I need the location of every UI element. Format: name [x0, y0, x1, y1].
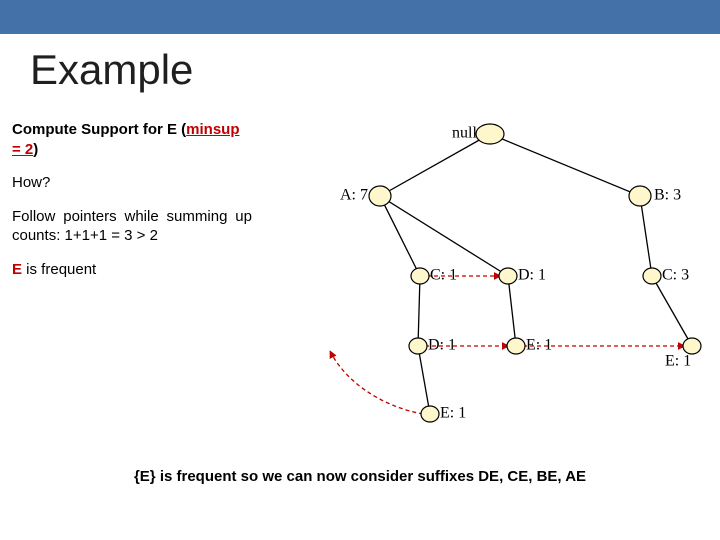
footer-text: {E} is frequent so we can now consider s…: [0, 468, 720, 485]
label-E1b: E: 1: [440, 405, 466, 422]
node-C3: [643, 268, 661, 284]
edge-C3-E1r: [652, 276, 692, 346]
label-B: B: 3: [654, 187, 681, 204]
node-E1b: [421, 406, 439, 422]
node-D1: [499, 268, 517, 284]
edge-Dl-E1b: [418, 346, 430, 414]
node-A: [369, 186, 391, 206]
node-null: [476, 124, 504, 144]
label-Dl: D: 1: [428, 337, 456, 354]
node-E1r: [683, 338, 701, 354]
left-panel: Compute Support for E (minsup = 2) How? …: [12, 120, 252, 293]
ptr-E1b-up: [330, 351, 423, 414]
edge-null-A: [380, 134, 490, 196]
headline-suffix: ): [33, 141, 38, 158]
edge-C1-Dl: [418, 276, 420, 346]
node-Dl: [409, 338, 427, 354]
fp-tree-svg: null A: 7 B: 3 C: 1 D: 1 C: 3 D: 1 E: 1 …: [300, 116, 710, 436]
edge-A-D1: [380, 196, 508, 276]
slide-title: Example: [30, 46, 193, 94]
edge-null-B: [490, 134, 640, 196]
node-B: [629, 186, 651, 206]
label-A: A: 7: [340, 187, 368, 204]
how-question: How?: [12, 173, 252, 193]
freq-prefix: E: [12, 261, 22, 278]
node-C1: [411, 268, 429, 284]
fp-tree-diagram: null A: 7 B: 3 C: 1 D: 1 C: 3 D: 1 E: 1 …: [300, 116, 710, 436]
label-C3: C: 3: [662, 267, 689, 284]
node-E1m: [507, 338, 525, 354]
edge-D1-E1m: [508, 276, 516, 346]
edge-B-C3: [640, 196, 652, 276]
label-E1r: E: 1: [665, 353, 691, 370]
e-is-frequent: E is frequent: [12, 260, 252, 280]
label-D1: D: 1: [518, 267, 546, 284]
follow-pointers-text: Follow pointers while summing up counts:…: [12, 207, 252, 246]
label-C1: C: 1: [430, 267, 457, 284]
top-bar: [0, 0, 720, 34]
label-null: null: [452, 125, 477, 142]
headline-prefix: Compute Support for E (: [12, 121, 186, 138]
label-E1m: E: 1: [526, 337, 552, 354]
compute-support-header: Compute Support for E (minsup = 2): [12, 120, 252, 159]
freq-suffix: is frequent: [22, 261, 96, 278]
